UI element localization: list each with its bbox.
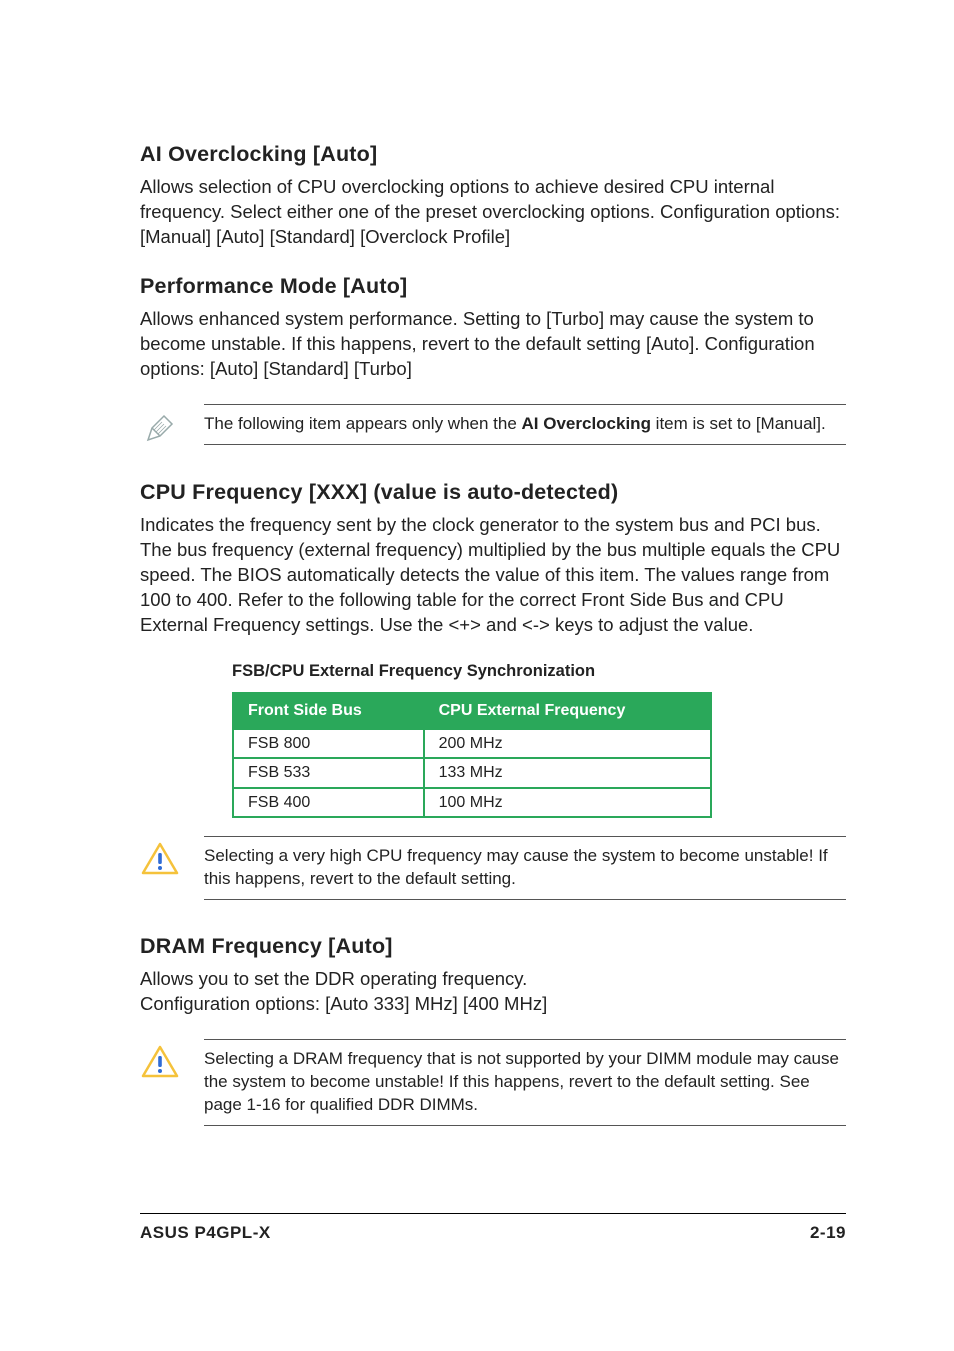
cell-fsb: FSB 400 <box>233 788 424 818</box>
table-row: FSB 800 200 MHz <box>233 729 711 759</box>
note-pre: The following item appears only when the <box>204 414 522 433</box>
caution-icon <box>140 836 180 876</box>
note-cpu-frequency-caution: Selecting a very high CPU frequency may … <box>140 836 846 900</box>
table-row: FSB 400 100 MHz <box>233 788 711 818</box>
heading-dram-frequency: DRAM Frequency [Auto] <box>140 932 846 961</box>
heading-performance-mode: Performance Mode [Auto] <box>140 272 846 301</box>
note-text: Selecting a DRAM frequency that is not s… <box>204 1039 846 1126</box>
note-post: item is set to [Manual]. <box>651 414 826 433</box>
paragraph-dram-frequency: Allows you to set the DDR operating freq… <box>140 967 846 1017</box>
note-text: Selecting a very high CPU frequency may … <box>204 836 846 900</box>
paragraph-ai-overclocking: Allows selection of CPU overclocking opt… <box>140 175 846 250</box>
note-ai-overclocking-manual: The following item appears only when the… <box>140 404 846 446</box>
footer-product: ASUS P4GPL-X <box>140 1222 271 1245</box>
cell-freq: 133 MHz <box>424 758 711 788</box>
cell-fsb: FSB 800 <box>233 729 424 759</box>
note-dram-frequency-caution: Selecting a DRAM frequency that is not s… <box>140 1039 846 1126</box>
paragraph-cpu-frequency: Indicates the frequency sent by the cloc… <box>140 513 846 638</box>
th-fsb: Front Side Bus <box>233 693 424 729</box>
table-row: FSB 533 133 MHz <box>233 758 711 788</box>
heading-ai-overclocking: AI Overclocking [Auto] <box>140 140 846 169</box>
th-cpu-ext: CPU External Frequency <box>424 693 711 729</box>
caution-icon <box>140 1039 180 1079</box>
paragraph-performance-mode: Allows enhanced system performance. Sett… <box>140 307 846 382</box>
footer-page-number: 2-19 <box>810 1222 846 1245</box>
cell-fsb: FSB 533 <box>233 758 424 788</box>
table-header-row: Front Side Bus CPU External Frequency <box>233 693 711 729</box>
note-keyword: AI Overclocking <box>522 414 651 433</box>
fsb-table: Front Side Bus CPU External Frequency FS… <box>232 692 712 818</box>
table-caption: FSB/CPU External Frequency Synchronizati… <box>232 660 846 682</box>
pencil-icon <box>140 404 180 446</box>
heading-cpu-frequency: CPU Frequency [XXX] (value is auto-detec… <box>140 478 846 507</box>
page-footer: ASUS P4GPL-X 2-19 <box>140 1213 846 1245</box>
cell-freq: 200 MHz <box>424 729 711 759</box>
cell-freq: 100 MHz <box>424 788 711 818</box>
note-text: The following item appears only when the… <box>204 404 846 445</box>
